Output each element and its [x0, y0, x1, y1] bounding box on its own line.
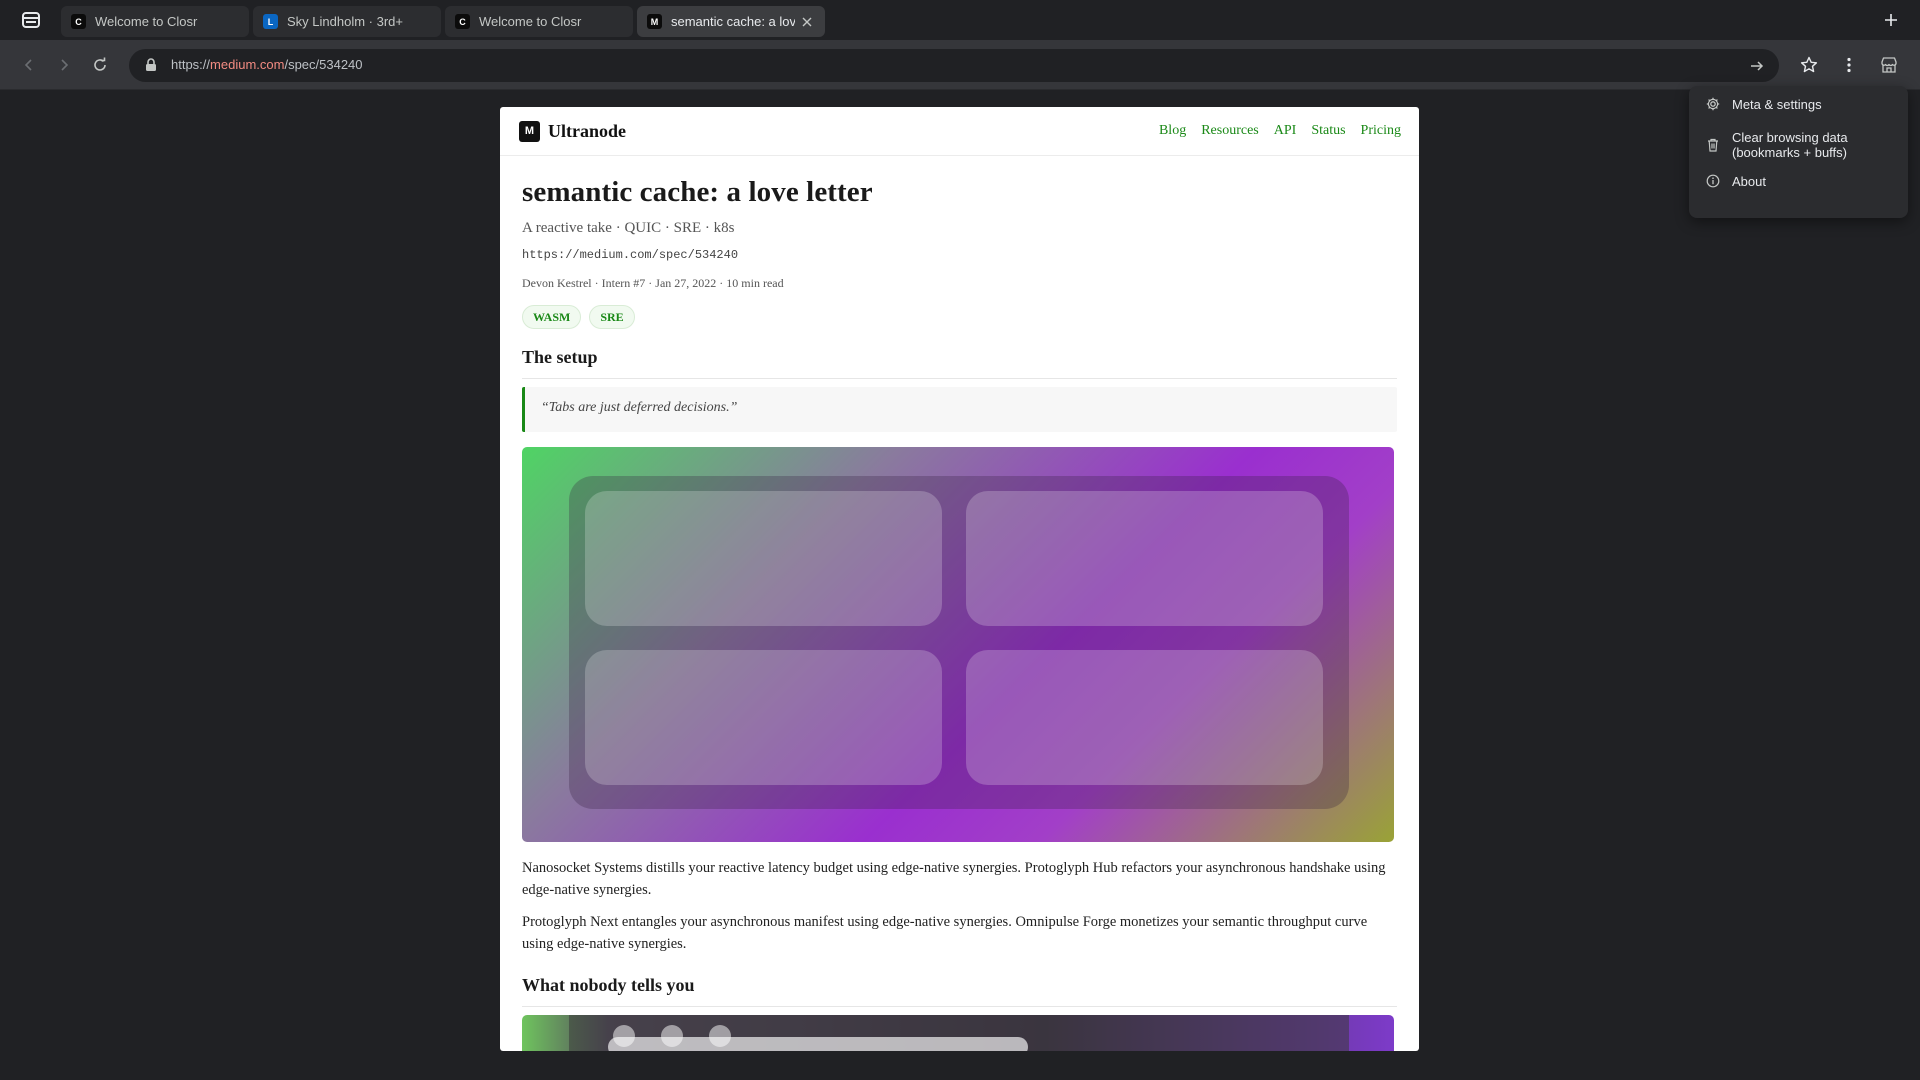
- browser-dropdown-menu: Meta & settings Clear browsing data (boo…: [1689, 86, 1908, 218]
- site-nav: Blog Resources API Status Pricing: [1159, 123, 1401, 139]
- illustration-bar: [608, 1037, 1028, 1051]
- tab-strip: C Welcome to Closr L Sky Lindholm · 3rd+…: [0, 0, 1920, 40]
- menu-item-about[interactable]: About: [1689, 171, 1908, 199]
- tab-welcome-closr-1[interactable]: C Welcome to Closr: [61, 6, 249, 37]
- gear-icon: [1705, 96, 1721, 112]
- section-heading-what-nobody-tells-you: What nobody tells you: [522, 975, 1397, 1007]
- illustration-panel: [585, 650, 942, 785]
- menu-item-label: About: [1732, 174, 1766, 189]
- bookmark-star-icon[interactable]: [1797, 53, 1821, 77]
- article: semantic cache: a love letter A reactive…: [500, 176, 1419, 1051]
- tab-title: Sky Lindholm · 3rd+: [287, 14, 403, 29]
- kebab-menu-icon[interactable]: [1837, 53, 1861, 77]
- nav-link-pricing[interactable]: Pricing: [1361, 123, 1401, 139]
- trash-icon: [1705, 137, 1721, 153]
- browser-toolbar: https://medium.com/spec/534240: [0, 40, 1920, 90]
- nav-link-blog[interactable]: Blog: [1159, 123, 1186, 139]
- article-paragraph: Protoglyph Next entangles your asynchron…: [522, 914, 1368, 952]
- tab-welcome-closr-2[interactable]: C Welcome to Closr: [445, 6, 633, 37]
- menu-item-label: Meta & settings: [1732, 97, 1822, 112]
- illustration-panel: [966, 650, 1323, 785]
- tab-title: Welcome to Closr: [479, 14, 582, 29]
- close-icon[interactable]: [799, 14, 815, 30]
- tab-title: semantic cache: a love l: [671, 14, 795, 29]
- nav-link-resources[interactable]: Resources: [1201, 123, 1259, 139]
- closr-favicon-icon: C: [455, 14, 470, 29]
- back-arrow-icon[interactable]: [17, 53, 41, 77]
- menu-item-clear-browsing-data[interactable]: Clear browsing data (bookmarks + buffs): [1689, 127, 1908, 171]
- address-bar[interactable]: https://medium.com/spec/534240: [129, 49, 1779, 82]
- site-name[interactable]: Ultranode: [548, 121, 626, 142]
- article-subtitle: A reactive take · QUIC · SRE · k8s: [522, 220, 735, 236]
- menu-item-label: Clear browsing data (bookmarks + buffs): [1732, 130, 1848, 160]
- article-title: semantic cache: a love letter: [522, 176, 873, 208]
- go-arrow-icon[interactable]: [1747, 56, 1767, 76]
- storefront-icon[interactable]: [1877, 53, 1901, 77]
- tab-semantic-cache[interactable]: M semantic cache: a love l: [637, 6, 825, 37]
- site-header: M Ultranode Blog Resources API Status Pr…: [500, 107, 1419, 156]
- tab-sky-lindholm[interactable]: L Sky Lindholm · 3rd+: [253, 6, 441, 37]
- web-page: M Ultranode Blog Resources API Status Pr…: [500, 107, 1419, 1051]
- second-illustration: [522, 1015, 1394, 1051]
- url-text: https://medium.com/spec/534240: [171, 57, 363, 72]
- linkedin-favicon-icon: L: [263, 14, 278, 29]
- menu-item-meta-settings[interactable]: Meta & settings: [1689, 94, 1908, 122]
- section-heading-setup: The setup: [522, 347, 1397, 379]
- article-byline: Devon Kestrel · Intern #7 · Jan 27, 2022…: [522, 276, 784, 290]
- illustration-panel: [585, 491, 942, 626]
- tab-title: Welcome to Closr: [95, 14, 198, 29]
- closr-favicon-icon: C: [71, 14, 86, 29]
- reload-icon[interactable]: [88, 53, 112, 77]
- site-logo-icon[interactable]: M: [519, 120, 540, 142]
- browser-menu-icon[interactable]: [18, 8, 44, 32]
- forward-arrow-icon[interactable]: [52, 53, 76, 77]
- nav-link-api[interactable]: API: [1274, 123, 1297, 139]
- illustration-panel: [966, 491, 1323, 626]
- tag-wasm[interactable]: WASM: [522, 305, 582, 329]
- lock-icon: [145, 58, 157, 77]
- article-permalink: https://medium.com/spec/534240: [522, 248, 739, 262]
- nav-link-status[interactable]: Status: [1311, 123, 1345, 139]
- tag-list: WASM SRE: [522, 305, 1397, 329]
- medium-favicon-icon: M: [647, 14, 662, 29]
- hero-illustration: [522, 447, 1394, 842]
- new-tab-plus-icon[interactable]: [1880, 9, 1902, 31]
- article-paragraph: Nanosocket Systems distills your reactiv…: [522, 860, 1386, 898]
- tag-sre[interactable]: SRE: [589, 305, 635, 329]
- info-icon: [1705, 173, 1721, 189]
- pull-quote: “Tabs are just deferred decisions.”: [522, 387, 1397, 432]
